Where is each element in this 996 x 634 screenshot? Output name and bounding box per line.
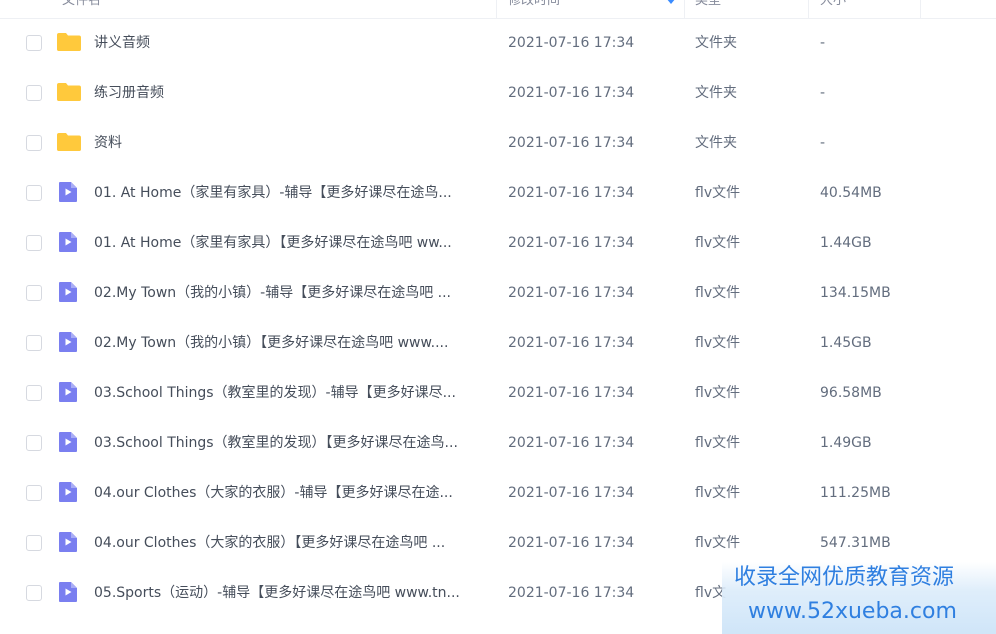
file-name[interactable]: 资料 — [94, 134, 489, 152]
video-file-icon — [58, 531, 78, 553]
table-row[interactable]: 01. At Home（家里有家具）【更多好课尽在途鸟吧 ww... 2021-0… — [0, 218, 996, 268]
video-file-icon — [58, 281, 78, 303]
table-row[interactable]: 01. At Home（家里有家具）-辅导【更多好课尽在途鸟... 2021-07… — [0, 168, 996, 218]
file-list-header: 文件名 修改时间 类型 大小 — [0, 0, 996, 19]
row-checkbox[interactable] — [26, 585, 42, 601]
file-type: flv文件 — [695, 485, 741, 501]
row-checkbox[interactable] — [26, 235, 42, 251]
row-checkbox[interactable] — [26, 485, 42, 501]
file-name[interactable]: 02.My Town（我的小镇）【更多好课尽在途鸟吧 www.... — [94, 334, 489, 352]
modified-time: 2021-07-16 17:34 — [508, 285, 635, 301]
sort-descending-icon[interactable] — [666, 0, 676, 4]
modified-time: 2021-07-16 17:34 — [508, 385, 635, 401]
folder-icon — [56, 132, 82, 152]
file-type: flv文件 — [695, 235, 741, 251]
file-rows: 讲义音频 2021-07-16 17:34 文件夹 - 练习册音频 2021-07-16 … — [0, 18, 996, 618]
row-checkbox[interactable] — [26, 35, 42, 51]
file-name[interactable]: 01. At Home（家里有家具）-辅导【更多好课尽在途鸟... — [94, 184, 489, 202]
video-file-icon — [58, 381, 78, 403]
file-name[interactable]: 05.Sports（运动）-辅导【更多好课尽在途鸟吧 www.tn... — [94, 584, 489, 602]
column-divider[interactable] — [808, 0, 809, 18]
modified-time: 2021-07-16 17:34 — [508, 585, 635, 601]
file-size: 1.45GB — [820, 335, 872, 351]
folder-icon — [56, 32, 82, 52]
row-checkbox[interactable] — [26, 185, 42, 201]
watermark-banner: 收录全网优质教育资源 www.52xueba.com — [722, 562, 996, 634]
file-list-view: 文件名 修改时间 类型 大小 讲义音频 2021-07-16 17:34 文件夹 - 练… — [0, 0, 996, 634]
file-type: 文件夹 — [695, 85, 737, 101]
modified-time: 2021-07-16 17:34 — [508, 185, 635, 201]
table-row[interactable]: 讲义音频 2021-07-16 17:34 文件夹 - — [0, 18, 996, 68]
file-size: 1.49GB — [820, 435, 872, 451]
video-file-icon — [58, 231, 78, 253]
file-type: flv文件 — [695, 285, 741, 301]
modified-time: 2021-07-16 17:34 — [508, 485, 635, 501]
modified-time: 2021-07-16 17:34 — [508, 435, 635, 451]
column-header-size[interactable]: 大小 — [820, 0, 846, 18]
table-row[interactable]: 04.our Clothes（大家的衣服）-辅导【更多好课尽在途... 2021-… — [0, 468, 996, 518]
row-checkbox[interactable] — [26, 385, 42, 401]
file-name[interactable]: 01. At Home（家里有家具）【更多好课尽在途鸟吧 ww... — [94, 234, 489, 252]
file-name[interactable]: 02.My Town（我的小镇）-辅导【更多好课尽在途鸟吧 ... — [94, 284, 489, 302]
file-size: - — [820, 35, 826, 51]
table-row[interactable]: 04.our Clothes（大家的衣服）【更多好课尽在途鸟吧 ... 2021-… — [0, 518, 996, 568]
modified-time: 2021-07-16 17:34 — [508, 235, 635, 251]
table-row[interactable]: 03.School Things（教室里的发现）【更多好课尽在途鸟... 2021… — [0, 418, 996, 468]
video-file-icon — [58, 331, 78, 353]
row-checkbox[interactable] — [26, 535, 42, 551]
file-size: 547.31MB — [820, 535, 891, 551]
file-name[interactable]: 04.our Clothes（大家的衣服）-辅导【更多好课尽在途... — [94, 484, 489, 502]
column-header-name[interactable]: 文件名 — [62, 0, 101, 18]
column-header-type[interactable]: 类型 — [695, 0, 721, 18]
folder-icon — [56, 82, 82, 102]
table-row[interactable]: 03.School Things（教室里的发现）-辅导【更多好课尽... 2021… — [0, 368, 996, 418]
table-row[interactable]: 02.My Town（我的小镇）-辅导【更多好课尽在途鸟吧 ... 2021-07… — [0, 268, 996, 318]
modified-time: 2021-07-16 17:34 — [508, 335, 635, 351]
video-file-icon — [58, 181, 78, 203]
row-checkbox[interactable] — [26, 135, 42, 151]
watermark-url: www.52xueba.com — [748, 599, 957, 624]
row-checkbox[interactable] — [26, 335, 42, 351]
row-checkbox[interactable] — [26, 85, 42, 101]
file-type: flv文件 — [695, 435, 741, 451]
row-checkbox[interactable] — [26, 285, 42, 301]
video-file-icon — [58, 481, 78, 503]
file-type: flv文件 — [695, 535, 741, 551]
file-size: - — [820, 135, 826, 151]
file-type: flv文件 — [695, 335, 741, 351]
video-file-icon — [58, 581, 78, 603]
file-size: 134.15MB — [820, 285, 891, 301]
table-row[interactable]: 资料 2021-07-16 17:34 文件夹 - — [0, 118, 996, 168]
file-size: 1.44GB — [820, 235, 872, 251]
column-divider[interactable] — [920, 0, 921, 18]
file-size: 111.25MB — [820, 485, 891, 501]
file-type: 文件夹 — [695, 135, 737, 151]
video-file-icon — [58, 431, 78, 453]
modified-time: 2021-07-16 17:34 — [508, 85, 635, 101]
file-name[interactable]: 讲义音频 — [94, 34, 489, 52]
file-type: flv文件 — [695, 385, 741, 401]
modified-time: 2021-07-16 17:34 — [508, 135, 635, 151]
column-header-time[interactable]: 修改时间 — [508, 0, 560, 18]
watermark-slogan: 收录全网优质教育资源 — [734, 565, 955, 590]
file-size: - — [820, 85, 826, 101]
modified-time: 2021-07-16 17:34 — [508, 35, 635, 51]
table-row[interactable]: 02.My Town（我的小镇）【更多好课尽在途鸟吧 www.... 2021-0… — [0, 318, 996, 368]
column-divider[interactable] — [684, 0, 685, 18]
modified-time: 2021-07-16 17:34 — [508, 535, 635, 551]
row-checkbox[interactable] — [26, 435, 42, 451]
column-divider[interactable] — [496, 0, 497, 18]
file-type: 文件夹 — [695, 35, 737, 51]
file-name[interactable]: 03.School Things（教室里的发现）-辅导【更多好课尽... — [94, 384, 489, 402]
file-name[interactable]: 04.our Clothes（大家的衣服）【更多好课尽在途鸟吧 ... — [94, 534, 489, 552]
file-type: flv文件 — [695, 185, 741, 201]
table-row[interactable]: 练习册音频 2021-07-16 17:34 文件夹 - — [0, 68, 996, 118]
file-size: 96.58MB — [820, 385, 882, 401]
file-name[interactable]: 练习册音频 — [94, 84, 489, 102]
file-size: 40.54MB — [820, 185, 882, 201]
file-name[interactable]: 03.School Things（教室里的发现）【更多好课尽在途鸟... — [94, 434, 489, 452]
